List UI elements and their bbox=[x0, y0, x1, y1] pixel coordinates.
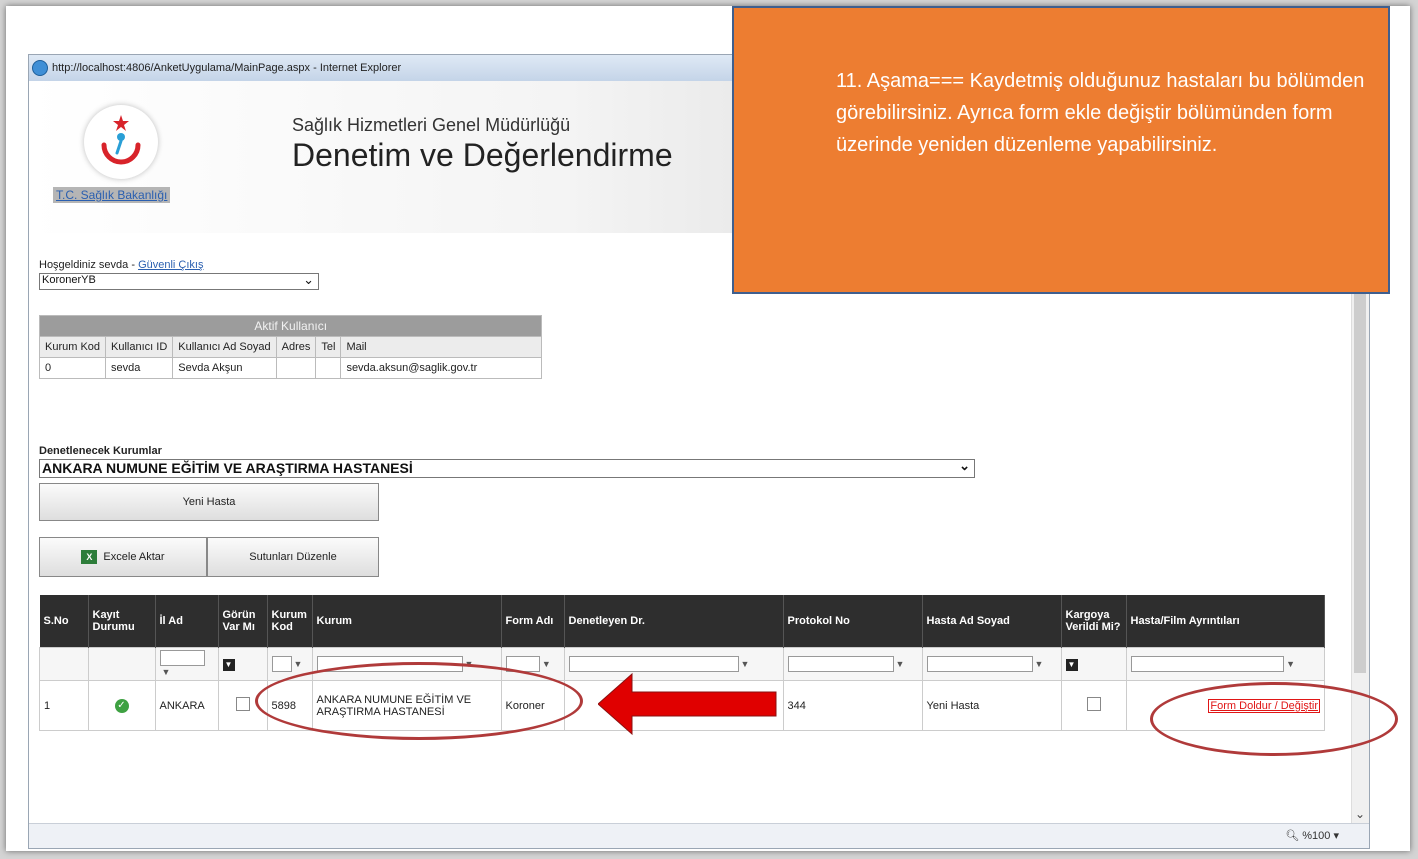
user-cell bbox=[315, 357, 342, 379]
logout-link[interactable]: Güvenli Çıkış bbox=[138, 259, 203, 271]
role-select-value: KoronerYB bbox=[42, 274, 96, 286]
new-patient-button[interactable]: Yeni Hasta bbox=[39, 483, 379, 521]
filter-cell[interactable]: ▼ bbox=[1060, 647, 1127, 681]
user-col-header: Kullanıcı Ad Soyad bbox=[172, 336, 277, 358]
edit-columns-button[interactable]: Sutunları Düzenle bbox=[207, 537, 379, 577]
filter-cell bbox=[39, 647, 89, 681]
row-status: ✓ bbox=[87, 680, 156, 731]
filter-icon[interactable]: ▼ bbox=[162, 667, 171, 677]
grid-col-header[interactable]: Görün Var Mı bbox=[218, 595, 268, 648]
header-app-title: Denetim ve Değerlendirme bbox=[292, 137, 673, 173]
filter-cell[interactable]: ▼ bbox=[1125, 647, 1325, 681]
check-icon: ✓ bbox=[114, 698, 129, 713]
instruction-callout: 11. Aşama=== Kaydetmiş olduğunuz hastala… bbox=[732, 6, 1390, 294]
filter-cell[interactable]: ▼ bbox=[921, 647, 1062, 681]
user-col-header: Mail bbox=[340, 336, 543, 358]
grid-col-header[interactable]: Kayıt Durumu bbox=[88, 595, 156, 648]
user-col-header: Kullanıcı ID bbox=[105, 336, 174, 358]
user-cell: Sevda Akşun bbox=[172, 357, 277, 379]
welcome-text: Hoşgeldiniz sevda - Güvenli Çıkış bbox=[39, 259, 203, 271]
highlight-ellipse-form-link bbox=[1150, 682, 1398, 756]
grid-col-header[interactable]: Hasta/Film Ayrıntıları bbox=[1126, 595, 1325, 648]
filter-input[interactable] bbox=[926, 656, 1033, 672]
filter-dropdown-icon[interactable]: ▼ bbox=[222, 658, 235, 671]
filter-input[interactable] bbox=[271, 656, 292, 672]
filter-input[interactable] bbox=[159, 650, 205, 666]
grid-col-header[interactable]: Kargoya Verildi Mi? bbox=[1061, 595, 1127, 648]
filter-input[interactable] bbox=[568, 656, 739, 672]
filter-icon[interactable]: ▼ bbox=[1035, 659, 1044, 669]
grid-col-header[interactable]: Kurum Kod bbox=[267, 595, 313, 648]
filter-icon[interactable]: ▼ bbox=[896, 659, 905, 669]
filter-input[interactable] bbox=[787, 656, 894, 672]
shipped-checkbox[interactable] bbox=[1086, 697, 1101, 711]
grid-col-header[interactable]: Protokol No bbox=[783, 595, 923, 648]
row-protocol: 344 bbox=[782, 680, 923, 731]
user-col-header: Tel bbox=[315, 336, 342, 358]
role-select[interactable]: KoronerYB ⌄ bbox=[39, 272, 319, 290]
user-cell: sevda bbox=[105, 357, 174, 379]
user-col-header: Kurum Kod bbox=[38, 336, 107, 358]
zoom-level: %100 bbox=[1302, 830, 1331, 842]
ministry-logo-icon bbox=[84, 105, 158, 179]
status-bar: 🔍︎ %100 ▾ bbox=[29, 823, 1369, 848]
grid-col-header[interactable]: Form Adı bbox=[501, 595, 565, 648]
grid-col-header[interactable]: S.No bbox=[39, 595, 89, 648]
filter-cell[interactable]: ▼ bbox=[217, 647, 268, 681]
red-arrow-icon bbox=[598, 672, 777, 736]
filter-icon[interactable]: ▼ bbox=[741, 659, 750, 669]
callout-text: 11. Aşama=== Kaydetmiş olduğunuz hastala… bbox=[836, 70, 1365, 156]
row-patient: Yeni Hasta bbox=[921, 680, 1062, 731]
row-shipped bbox=[1060, 680, 1127, 731]
user-cell bbox=[275, 357, 317, 379]
ie-icon bbox=[32, 60, 48, 77]
welcome-label: Hoşgeldiniz sevda - bbox=[39, 259, 139, 271]
filter-cell bbox=[87, 647, 156, 681]
excel-icon: X bbox=[81, 550, 98, 564]
chevron-down-icon[interactable]: ⌄ bbox=[1355, 807, 1365, 821]
filter-icon[interactable]: ▼ bbox=[1286, 659, 1295, 669]
chevron-down-icon: ⌄ bbox=[959, 458, 970, 473]
highlight-ellipse-kurum bbox=[255, 662, 583, 740]
chevron-down-icon: ⌄ bbox=[303, 272, 314, 287]
zoom-icon: 🔍︎ bbox=[1285, 830, 1303, 842]
grid-col-header[interactable]: Denetleyen Dr. bbox=[564, 595, 784, 648]
grid-col-header[interactable]: Kurum bbox=[312, 595, 502, 648]
institution-select-value: ANKARA NUMUNE EĞİTİM VE ARAŞTIRMA HASTAN… bbox=[42, 460, 413, 476]
grid-col-header[interactable]: Hasta Ad Soyad bbox=[922, 595, 1062, 648]
export-excel-button[interactable]: X Excele Aktar bbox=[39, 537, 207, 577]
user-cell: sevda.aksun@saglik.gov.tr bbox=[340, 357, 543, 379]
active-user-table: Aktif Kullanıcı Kurum Kod Kullanıcı ID K… bbox=[38, 315, 543, 379]
ministry-link[interactable]: T.C. Sağlık Bakanlığı bbox=[53, 187, 171, 203]
filter-dropdown-icon[interactable]: ▼ bbox=[1065, 658, 1078, 671]
visible-checkbox[interactable] bbox=[235, 697, 250, 711]
institution-select[interactable]: ANKARA NUMUNE EĞİTİM VE ARAŞTIRMA HASTAN… bbox=[39, 458, 975, 478]
row-il: ANKARA bbox=[154, 680, 219, 731]
user-col-header: Adres bbox=[275, 336, 317, 358]
institutions-label: Denetlenecek Kurumlar bbox=[39, 445, 162, 457]
zoom-control[interactable]: 🔍︎ %100 ▾ bbox=[1285, 829, 1339, 842]
scrollbar-thumb[interactable] bbox=[1354, 253, 1366, 673]
grid-col-header[interactable]: İl Ad bbox=[155, 595, 219, 648]
filter-cell[interactable]: ▼ bbox=[782, 647, 923, 681]
active-user-caption: Aktif Kullanıcı bbox=[38, 315, 543, 337]
user-cell: 0 bbox=[38, 357, 107, 379]
browser-title: http://localhost:4806/AnketUygulama/Main… bbox=[52, 62, 402, 74]
row-sno: 1 bbox=[39, 680, 89, 731]
header-ministry-unit: Sağlık Hizmetleri Genel Müdürlüğü bbox=[292, 115, 571, 135]
filter-icon[interactable]: ▼ bbox=[542, 659, 551, 669]
filter-input[interactable] bbox=[1130, 656, 1285, 672]
export-excel-label: Excele Aktar bbox=[103, 551, 165, 563]
filter-cell[interactable]: ▼ bbox=[154, 647, 219, 681]
filter-icon[interactable]: ▼ bbox=[294, 659, 303, 669]
